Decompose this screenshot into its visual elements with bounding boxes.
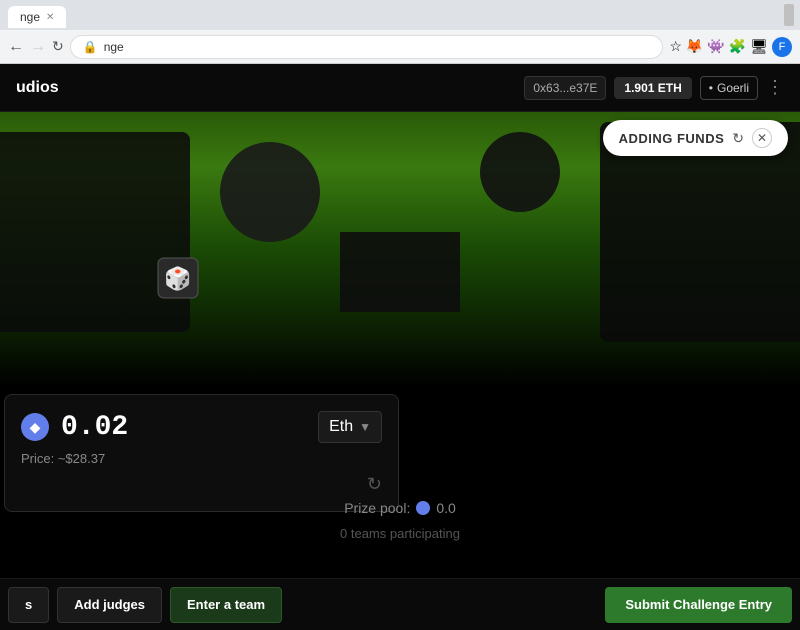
reload-button[interactable]: ↻ [52, 38, 64, 55]
enter-team-button[interactable]: Enter a team [170, 587, 282, 623]
submit-button[interactable]: Submit Challenge Entry [605, 587, 792, 623]
lock-icon: 🔒 [83, 40, 98, 54]
tab-close[interactable]: ✕ [46, 12, 54, 23]
currency-dropdown[interactable]: Eth ▼ [318, 411, 382, 443]
header-right: 0x63...e37E 1.901 ETH • Goerli ⋮ [524, 76, 784, 100]
dropdown-arrow-icon: ▼ [359, 420, 371, 434]
metamask-icon[interactable]: 🦊 [686, 38, 703, 55]
app: udios 0x63...e37E 1.901 ETH • Goerli ⋮ A… [0, 64, 800, 630]
bg-circle-2 [480, 132, 560, 212]
adding-funds-spinner: ↻ [732, 130, 744, 147]
teams-count-label: 0 teams participating [340, 526, 460, 541]
network-badge[interactable]: • Goerli [700, 76, 758, 100]
loading-spinner-row: ↻ [21, 474, 382, 495]
prize-pool-label: Prize pool: [344, 500, 410, 516]
fund-card: ◆ Eth ▼ Price: ~$28.37 ↻ [4, 394, 399, 512]
teams-count: 0 teams participating [0, 526, 800, 541]
eth-balance: 1.901 ETH [614, 77, 691, 99]
scrollbar-area [784, 4, 794, 26]
browser-chrome: nge ✕ ← → ↻ 🔒 nge ☆ 🦊 👾 🧩 🖥 F [0, 0, 800, 64]
details-button[interactable]: s [8, 587, 49, 623]
wallet-address[interactable]: 0x63...e37E [524, 76, 606, 100]
network-dot: • [709, 81, 713, 95]
loading-spinner-icon: ↻ [367, 474, 382, 495]
tab-title: nge [20, 10, 40, 24]
avatar[interactable]: F [772, 37, 792, 57]
adding-funds-text: ADDING FUNDS [619, 131, 725, 146]
add-judges-button[interactable]: Add judges [57, 587, 162, 623]
back-button[interactable]: ← [8, 38, 24, 56]
bg-circle-1 [220, 142, 320, 242]
browser-tab[interactable]: nge ✕ [8, 6, 66, 28]
eth-tiny-icon [416, 501, 430, 515]
app-header: udios 0x63...e37E 1.901 ETH • Goerli ⋮ [0, 64, 800, 112]
app-title: udios [16, 79, 59, 97]
address-bar[interactable]: 🔒 nge [70, 35, 664, 59]
puzzle-icon[interactable]: 🧩 [729, 38, 746, 55]
currency-label: Eth [329, 418, 353, 436]
bookmark-icon[interactable]: ☆ [669, 38, 682, 55]
fund-card-row: ◆ Eth ▼ [21, 411, 382, 443]
desktop-icon[interactable]: 🖥 [750, 38, 768, 55]
prize-pool-row: Prize pool: 0.0 [0, 500, 800, 516]
bottom-buttons: s Add judges Enter a team Submit Challen… [0, 578, 800, 630]
amount-input[interactable] [61, 412, 201, 443]
adding-funds-close[interactable]: ✕ [752, 128, 772, 148]
price-label: Price: ~$28.37 [21, 451, 382, 466]
browser-icons: ☆ 🦊 👾 🧩 🖥 F [669, 37, 792, 57]
browser-toolbar: ← → ↻ 🔒 nge ☆ 🦊 👾 🧩 🖥 F [0, 30, 800, 64]
game-cube-icon: 🎲 [152, 252, 204, 304]
header-menu-icon[interactable]: ⋮ [766, 77, 784, 98]
forward-button[interactable]: → [30, 38, 46, 56]
svg-text:🎲: 🎲 [164, 266, 191, 291]
prize-pool-value: 0.0 [436, 500, 455, 516]
alien-icon[interactable]: 👾 [707, 38, 724, 55]
url-text: nge [104, 40, 124, 54]
adding-funds-banner: ADDING FUNDS ↻ ✕ [603, 120, 788, 156]
eth-icon: ◆ [21, 413, 49, 441]
bg-rect-1 [340, 232, 460, 312]
network-name: Goerli [717, 81, 749, 95]
